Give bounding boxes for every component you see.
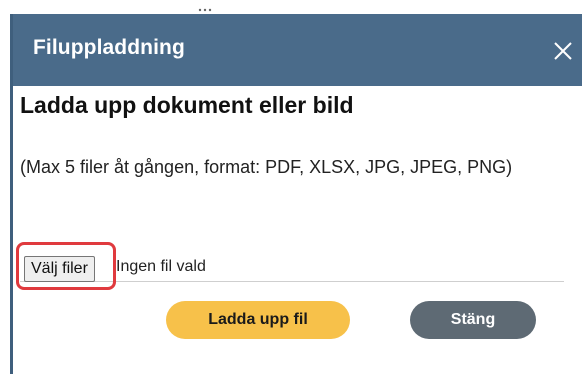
close-button[interactable]: Stäng xyxy=(410,301,536,339)
format-info-text: (Max 5 filer åt gången, format: PDF, XLS… xyxy=(20,157,513,177)
dialog-title: Filuppladdning xyxy=(33,36,185,59)
upload-heading: Ladda upp dokument eller bild xyxy=(20,92,354,118)
no-file-status: Ingen fil vald xyxy=(116,258,206,275)
choose-files-button[interactable]: Välj filer xyxy=(24,256,95,282)
upload-file-button[interactable]: Ladda upp fil xyxy=(166,301,350,339)
close-icon[interactable] xyxy=(546,34,580,68)
drag-handle-icon xyxy=(198,0,212,12)
dialog-header: Filuppladdning xyxy=(13,14,582,86)
